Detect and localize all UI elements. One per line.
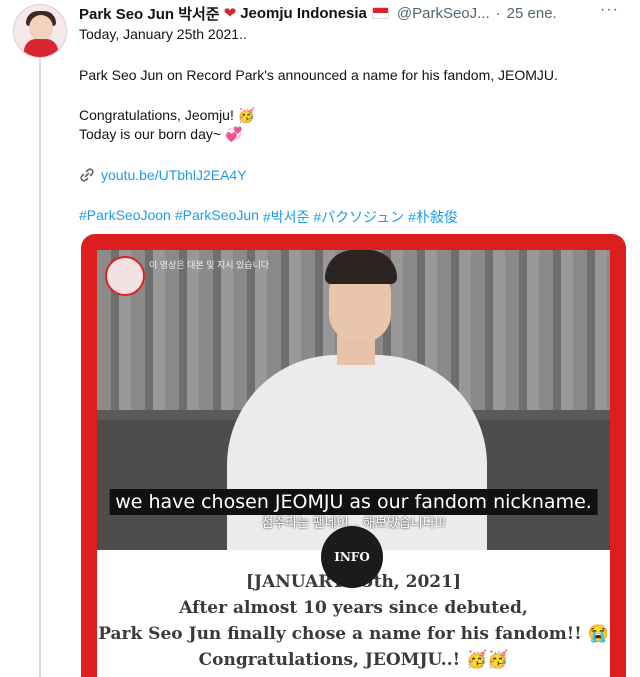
video-link[interactable]: youtu.be/UTbhlJ2EA4Y <box>79 167 247 183</box>
more-options-icon[interactable]: ··· <box>600 1 619 19</box>
tweet-text-line: Today, January 25th 2021.. <box>79 26 247 42</box>
avatar-face <box>29 15 53 41</box>
display-name-suffix[interactable]: Jeomju Indonesia <box>240 5 367 22</box>
channel-text: 이 영상은 대본 및 지시 있습니다 <box>149 260 270 270</box>
tweet-timestamp[interactable]: 25 ene. <box>507 5 557 22</box>
tweet-text: Congratulations, Jeomju! <box>79 107 234 123</box>
info-badge: INFO <box>321 526 383 588</box>
tweet-text-line: Congratulations, Jeomju! 🥳 <box>79 106 255 125</box>
avatar[interactable] <box>13 4 67 58</box>
indonesia-flag-icon <box>371 7 389 19</box>
hashtag[interactable]: #ParkSeoJoon <box>79 207 171 227</box>
hashtag-list: #ParkSeoJoon #ParkSeoJun #박서준 #パクソジュン #朴… <box>79 207 458 227</box>
tweet-text-line: Park Seo Jun on Record Park's announced … <box>79 67 558 83</box>
hashtag[interactable]: #パクソジュン <box>313 207 404 227</box>
person-hair <box>325 250 397 284</box>
hashtag[interactable]: #朴敍俊 <box>408 207 458 227</box>
link-text[interactable]: youtu.be/UTbhlJ2EA4Y <box>101 167 247 183</box>
hashtag[interactable]: #ParkSeoJun <box>175 207 259 227</box>
link-icon <box>80 168 94 182</box>
channel-logo-icon <box>105 256 145 296</box>
hashtag[interactable]: #박서준 <box>263 207 309 227</box>
info-line: After almost 10 years since debuted, <box>179 598 528 618</box>
red-heart-icon: ❤ <box>223 5 237 22</box>
tweet-media-image[interactable]: 이 영상은 대본 및 지시 있습니다 we have chosen JEOMJU… <box>81 234 626 677</box>
info-line: Park Seo Jun finally chose a name for hi… <box>98 624 609 644</box>
separator-dot: · <box>495 4 501 22</box>
info-line: Congratulations, JEOMJU..! 🥳🥳 <box>198 650 509 670</box>
display-name[interactable]: Park Seo Jun 박서준 <box>79 3 220 24</box>
user-handle[interactable]: @ParkSeoJ... <box>397 5 490 22</box>
revolving-hearts-icon: 💞 <box>225 126 243 142</box>
thread-line <box>39 56 41 677</box>
avatar-body <box>24 39 58 57</box>
tweet-header: Park Seo Jun 박서준 ❤ Jeomju Indonesia @Par… <box>79 1 619 24</box>
video-frame: 이 영상은 대본 및 지시 있습니다 we have chosen JEOMJU… <box>97 250 610 550</box>
tweet-text-line: Today is our born day~ 💞 <box>79 125 242 144</box>
party-face-icon: 🥳 <box>237 107 256 123</box>
tweet-text: Today is our born day~ <box>79 126 222 142</box>
